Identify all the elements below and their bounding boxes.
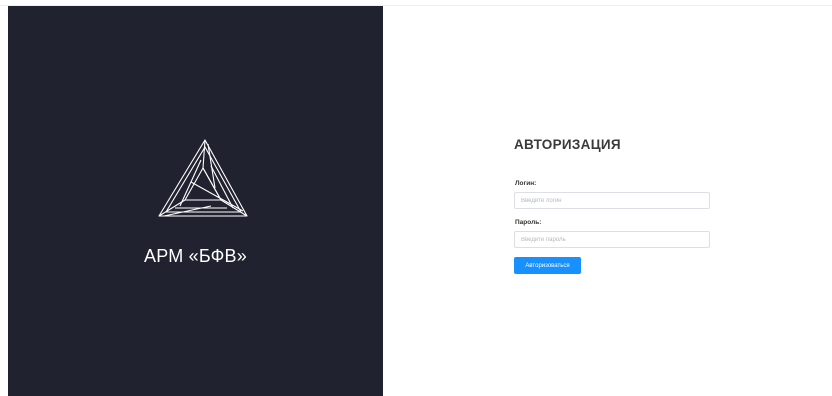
triangle-logo-icon [158,139,248,217]
auth-form-panel: АВТОРИЗАЦИЯ Логин: Пароль: Авторизоватьс… [383,6,832,396]
form-title: АВТОРИЗАЦИЯ [514,137,621,152]
password-input[interactable] [514,231,710,248]
login-page: АРМ «БФВ» АВТОРИЗАЦИЯ Логин: Пароль: Авт… [0,0,832,396]
brand-panel: АРМ «БФВ» [8,6,383,396]
app-title: АРМ «БФВ» [144,246,247,266]
password-label: Пароль: [515,219,542,226]
login-label: Логин: [515,180,537,187]
login-button[interactable]: Авторизоваться [514,257,581,274]
login-input[interactable] [514,192,710,209]
